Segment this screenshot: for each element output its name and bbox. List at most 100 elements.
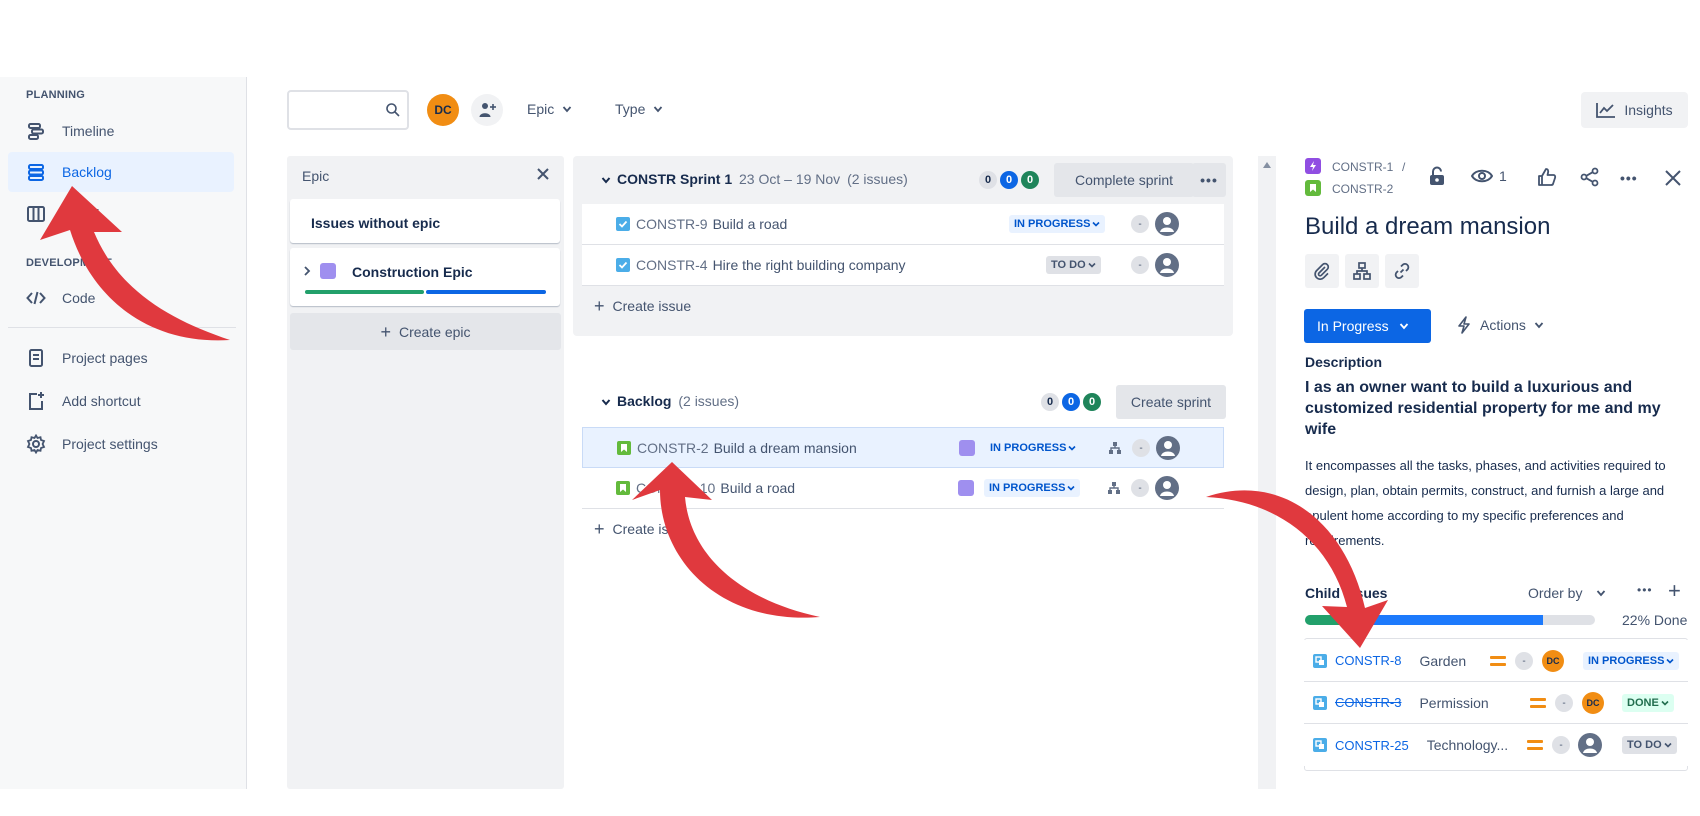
child-issue-summary[interactable]: Technology... <box>1427 737 1508 753</box>
add-people-button[interactable] <box>471 94 503 126</box>
search-input[interactable] <box>287 90 409 130</box>
close-icon[interactable] <box>1665 170 1681 186</box>
actions-button[interactable]: Actions <box>1456 316 1544 334</box>
status-lozenge[interactable]: IN PROGRESS <box>1009 215 1106 233</box>
estimate-badge[interactable]: - <box>1131 215 1149 233</box>
story-icon <box>616 481 630 495</box>
attach-button[interactable] <box>1305 254 1339 288</box>
sidebar-item-project-settings[interactable]: Project settings <box>8 424 234 464</box>
chevron-down-icon[interactable] <box>601 397 611 407</box>
child-issue-key[interactable]: CONSTR-25 <box>1335 738 1409 753</box>
chevron-down-icon <box>1664 742 1672 748</box>
lightning-icon <box>1458 316 1470 334</box>
description-summary[interactable]: I as an owner want to build a luxurious … <box>1305 377 1680 440</box>
issue-row[interactable]: CONSTR-10 Build a road IN PROGRESS - <box>582 468 1224 509</box>
assignee-avatar[interactable]: DC <box>1542 650 1564 672</box>
unassigned-avatar-icon[interactable] <box>1156 436 1180 460</box>
breadcrumb-current[interactable]: CONSTR-2 <box>1332 182 1393 196</box>
epic-card[interactable]: Construction Epic <box>290 248 560 306</box>
sidebar-item-add-shortcut[interactable]: Add shortcut <box>8 381 234 421</box>
issue-title[interactable]: Build a dream mansion <box>1305 213 1550 241</box>
thumbs-up-icon[interactable] <box>1537 167 1557 187</box>
add-child-issue-button[interactable] <box>1345 254 1379 288</box>
story-type-icon <box>1305 180 1321 196</box>
backlog-name: Backlog <box>617 393 672 409</box>
page-icon <box>25 347 47 369</box>
add-child-icon[interactable]: + <box>1668 578 1681 604</box>
issue-key: CONSTR-10 <box>636 480 716 496</box>
backlog-status-counts: 0 0 0 <box>1041 393 1101 411</box>
sprint-more-button[interactable]: ••• <box>1192 163 1226 197</box>
epic-filter-button[interactable]: Epic <box>527 101 572 117</box>
status-lozenge[interactable]: TO DO <box>1622 736 1677 754</box>
lock-icon[interactable] <box>1428 166 1446 186</box>
task-icon <box>616 258 630 272</box>
complete-sprint-button[interactable]: Complete sprint <box>1054 163 1194 197</box>
chevron-down-icon[interactable] <box>601 175 611 185</box>
more-icon[interactable]: ••• <box>1637 583 1653 597</box>
sprint-issue-count: (2 issues) <box>847 171 908 187</box>
estimate-badge[interactable]: - <box>1515 652 1533 670</box>
child-issue-row[interactable]: CONSTR-8 Garden - DC IN PROGRESS <box>1304 640 1688 682</box>
scroll-up-icon[interactable] <box>1263 162 1271 168</box>
estimate-badge[interactable]: - <box>1555 694 1573 712</box>
child-issue-summary[interactable]: Permission <box>1419 695 1488 711</box>
user-avatar[interactable]: DC <box>427 94 459 126</box>
child-issue-key[interactable]: CONSTR-3 <box>1335 695 1401 710</box>
type-filter-button[interactable]: Type <box>615 101 663 117</box>
status-lozenge[interactable]: IN PROGRESS <box>1583 652 1680 670</box>
sidebar-item-timeline[interactable]: Timeline <box>8 111 234 151</box>
sidebar-item-project-pages[interactable]: Project pages <box>8 338 234 378</box>
child-issues-icon <box>1353 262 1371 280</box>
sidebar-item-label: Board <box>62 206 100 222</box>
unassigned-avatar-icon[interactable] <box>1578 733 1602 757</box>
chevron-down-icon <box>1088 262 1096 268</box>
issues-without-epic-label: Issues without epic <box>311 215 441 231</box>
child-issue-summary[interactable]: Garden <box>1419 653 1466 669</box>
close-epic-panel-button[interactable] <box>537 168 549 180</box>
breadcrumb-parent[interactable]: CONSTR-1 <box>1332 160 1393 174</box>
description-body[interactable]: It encompasses all the tasks, phases, an… <box>1305 453 1685 553</box>
issue-summary: Build a road <box>712 216 788 232</box>
status-dropdown[interactable]: In Progress <box>1304 309 1431 343</box>
status-label: TO DO <box>1051 259 1086 271</box>
sidebar-item-backlog[interactable]: Backlog <box>8 152 234 192</box>
create-sprint-button[interactable]: Create sprint <box>1116 385 1226 419</box>
insights-button[interactable]: Insights <box>1581 92 1688 128</box>
watch-button[interactable]: 1 <box>1471 168 1507 184</box>
status-lozenge[interactable]: DONE <box>1622 694 1674 712</box>
sidebar-item-board[interactable]: Board <box>8 194 234 234</box>
status-lozenge[interactable]: TO DO <box>1046 256 1101 274</box>
issue-row[interactable]: CONSTR-9 Build a road IN PROGRESS - <box>582 204 1224 245</box>
create-issue-button[interactable]: + Create issue <box>594 520 691 538</box>
estimate-badge[interactable]: - <box>1132 439 1150 457</box>
backlog-icon <box>25 161 47 183</box>
issues-without-epic-card[interactable]: Issues without epic <box>290 199 560 243</box>
sidebar-item-code[interactable]: Code <box>8 278 234 318</box>
estimate-badge[interactable]: - <box>1131 256 1149 274</box>
link-issue-button[interactable] <box>1385 254 1419 288</box>
more-icon[interactable]: ••• <box>1620 170 1638 186</box>
sidebar-item-label: Backlog <box>62 164 112 180</box>
estimate-badge[interactable]: - <box>1131 479 1149 497</box>
status-lozenge[interactable]: IN PROGRESS <box>984 479 1081 497</box>
issue-row[interactable]: CONSTR-4 Hire the right building company… <box>582 245 1224 286</box>
create-epic-button[interactable]: + Create epic <box>290 313 561 350</box>
unassigned-avatar-icon[interactable] <box>1155 212 1179 236</box>
assignee-avatar[interactable]: DC <box>1582 692 1604 714</box>
unassigned-avatar-icon[interactable] <box>1155 253 1179 277</box>
child-issue-row[interactable]: CONSTR-3 Permission - DC DONE <box>1304 682 1688 724</box>
unassigned-avatar-icon[interactable] <box>1155 476 1179 500</box>
status-lozenge[interactable]: IN PROGRESS <box>985 439 1082 457</box>
order-by-button[interactable]: Order by <box>1528 585 1606 601</box>
create-issue-button[interactable]: + Create issue <box>594 297 691 315</box>
child-issue-key[interactable]: CONSTR-8 <box>1335 653 1401 668</box>
chevron-down-icon <box>1399 323 1408 330</box>
issue-row-selected[interactable]: CONSTR-2 Build a dream mansion IN PROGRE… <box>582 427 1224 468</box>
epic-progress-in-progress <box>426 290 546 294</box>
child-issue-row[interactable]: CONSTR-25 Technology... - TO DO <box>1304 724 1688 766</box>
estimate-badge[interactable]: - <box>1552 736 1570 754</box>
share-icon[interactable] <box>1580 167 1600 187</box>
search-icon <box>385 102 401 118</box>
scrollbar-track[interactable] <box>1258 156 1276 789</box>
